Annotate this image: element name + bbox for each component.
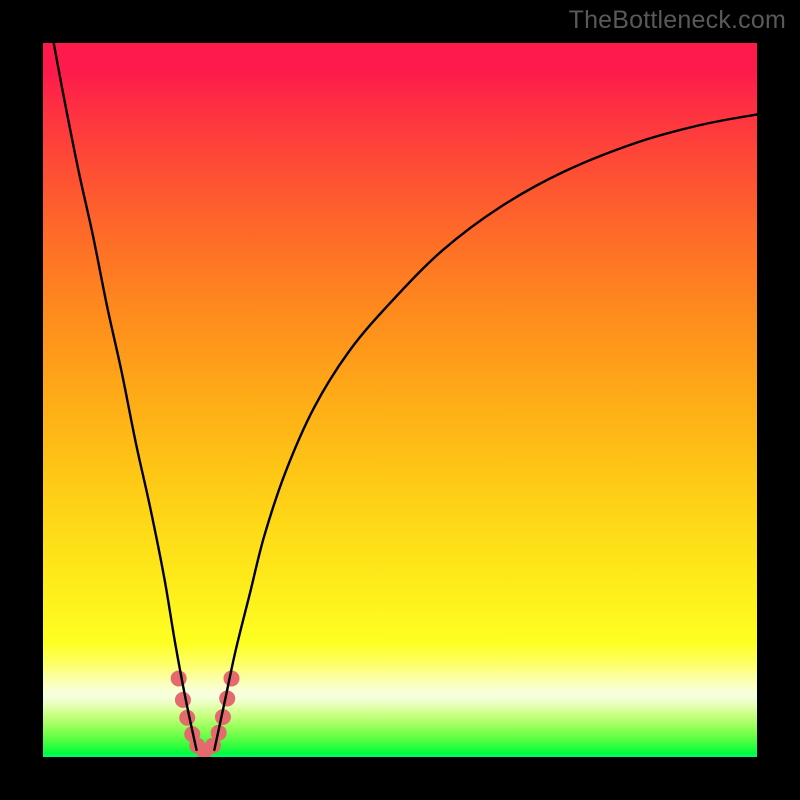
valley-marker xyxy=(171,670,187,686)
plot-area xyxy=(43,43,757,757)
curve-left-arm xyxy=(54,43,197,750)
chart-frame: TheBottleneck.com xyxy=(0,0,800,800)
curve-layer xyxy=(43,43,757,757)
watermark-text: TheBottleneck.com xyxy=(569,6,786,35)
curve-right-arm xyxy=(214,114,757,749)
valley-marker xyxy=(175,692,191,708)
